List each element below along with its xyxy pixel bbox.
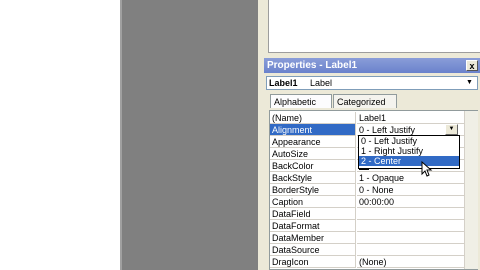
project-explorer-panel[interactable] [268,0,480,53]
dropdown-option-highlighted[interactable]: 2 - Center [359,156,459,166]
property-value[interactable] [357,220,464,232]
property-row[interactable]: BorderStyle 0 - None [270,184,464,196]
designer-canvas[interactable] [122,0,258,270]
property-value[interactable]: 1 - Opaque [357,172,464,184]
chevron-down-icon[interactable]: ▼ [463,77,476,89]
property-name: Caption [270,196,356,208]
property-value[interactable]: Label1 [357,112,464,124]
property-name: AutoSize [270,148,356,160]
property-row[interactable]: DataSource [270,244,464,256]
object-name: Label1 [269,78,298,88]
tab-alphabetic[interactable]: Alphabetic [270,94,332,108]
dropdown-option[interactable]: 0 - Left Justify [359,136,459,146]
property-name: Appearance [270,136,356,148]
property-name: BackStyle [270,172,356,184]
property-row[interactable]: DataFormat [270,220,464,232]
property-name: DataMember [270,232,356,244]
property-row[interactable]: DragIcon (None) [270,256,464,268]
property-grid-scrollbar[interactable] [464,111,478,269]
property-value[interactable]: 0 - None [357,184,464,196]
property-name: BorderStyle [270,184,356,196]
property-name: DataField [270,208,356,220]
property-row[interactable]: DataField [270,208,464,220]
property-value[interactable] [357,208,464,220]
object-selector[interactable] [266,76,478,90]
close-button[interactable]: x [466,60,478,71]
dropdown-option[interactable]: 1 - Right Justify [359,146,459,156]
property-name: DataSource [270,244,356,256]
tab-categorized[interactable]: Categorized [333,94,397,108]
property-value[interactable]: 00:00:00 [357,196,464,208]
property-name: DataFormat [270,220,356,232]
property-name: (Name) [270,112,356,124]
property-value[interactable] [357,244,464,256]
properties-title: Properties - Label1 [267,60,358,71]
property-row[interactable]: (Name) Label1 [270,112,464,124]
property-name: BackColor [270,160,356,172]
property-name: DragIcon [270,256,356,268]
property-row[interactable]: DataMember [270,232,464,244]
dropdown-arrow-icon[interactable]: ▼ [445,124,458,135]
property-row[interactable]: Caption 00:00:00 [270,196,464,208]
property-value[interactable] [357,232,464,244]
property-value[interactable]: (None) [357,256,464,268]
property-name: Alignment [270,124,356,136]
object-type: Label [310,78,333,88]
mouse-cursor-icon [421,161,433,177]
